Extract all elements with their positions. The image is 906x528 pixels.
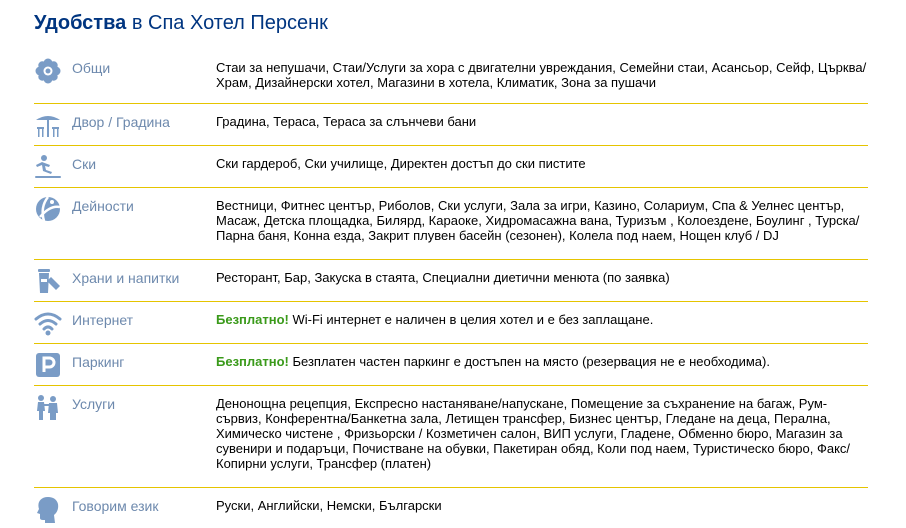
category-label: Услуги [72, 396, 116, 412]
amenity-category: Интернет [34, 309, 133, 337]
amenities-table: Общи Стаи за непушачи, Стаи/Услуги за хо… [34, 50, 868, 528]
amenity-row-languages: Говорим език Руски, Английски, Немски, Б… [34, 488, 868, 528]
skier-icon [34, 153, 64, 181]
amenity-row-parking: Паркинг Безплатно! Безплатен частен парк… [34, 344, 868, 386]
amenity-description: Градина, Тераса, Тераса за слънчеви бани [216, 114, 477, 129]
speaking-head-icon [34, 495, 64, 523]
amenity-row-general: Общи Стаи за непушачи, Стаи/Услуги за хо… [34, 50, 868, 104]
page-title: Удобства в Спа Хотел Персенк [34, 12, 328, 35]
flower-icon [34, 57, 64, 85]
amenity-text: Wi-Fi интернет е наличен в целия хотел и… [288, 312, 654, 327]
category-label: Храни и напитки [72, 270, 180, 286]
amenity-description: Денонощна рецепция, Експресно настаняван… [216, 396, 851, 471]
title-rest: в Спа Хотел Персенк [126, 12, 328, 34]
amenity-description: Безплатно! Wi-Fi интернет е наличен в це… [216, 312, 868, 327]
amenity-row-internet: Интернет Безплатно! Wi-Fi интернет е нал… [34, 302, 868, 344]
amenity-description: Безплатно! Безплатен частен паркинг е до… [216, 354, 868, 369]
parking-icon [34, 351, 64, 379]
amenity-category: Двор / Градина [34, 111, 170, 139]
title-bold: Удобства [34, 12, 127, 34]
category-label: Ски [72, 156, 97, 172]
category-label: Интернет [72, 312, 134, 328]
free-badge: Безплатно! [216, 312, 289, 327]
category-label: Двор / Градина [72, 114, 170, 130]
amenity-description: Руски, Английски, Немски, Български [216, 498, 442, 513]
amenity-description: Ресторант, Бар, Закуска в стаята, Специа… [216, 270, 670, 285]
category-label: Паркинг [72, 354, 125, 370]
amenity-row-services: Услуги Денонощна рецепция, Експресно нас… [34, 386, 868, 488]
amenity-category: Услуги [34, 393, 115, 421]
wifi-icon [34, 309, 64, 337]
amenity-category: Дейности [34, 195, 134, 223]
category-label: Говорим език [72, 498, 159, 514]
amenity-text: Безплатен частен паркинг е достъпен на м… [288, 354, 770, 369]
amenity-category: Паркинг [34, 351, 124, 379]
category-label: Общи [72, 60, 111, 76]
concierge-icon [34, 393, 64, 421]
amenity-row-outdoors: Двор / Градина Градина, Тераса, Тераса з… [34, 104, 868, 146]
category-label: Дейности [72, 198, 134, 214]
amenity-description: Ски гардероб, Ски училище, Директен дост… [216, 156, 586, 171]
amenity-row-activities: Дейности Вестници, Фитнес център, Риболо… [34, 188, 868, 260]
amenity-description: Вестници, Фитнес център, Риболов, Ски ус… [216, 198, 860, 243]
food-drink-icon [34, 267, 64, 295]
beach-ball-icon [34, 195, 64, 223]
patio-umbrella-icon [34, 111, 64, 139]
amenity-description: Стаи за непушачи, Стаи/Услуги за хора с … [216, 60, 867, 90]
amenity-category: Общи [34, 57, 110, 85]
amenity-category: Говорим език [34, 495, 158, 523]
amenity-category: Ски [34, 153, 96, 181]
free-badge: Безплатно! [216, 354, 289, 369]
amenity-category: Храни и напитки [34, 267, 179, 295]
amenity-row-food-drink: Храни и напитки Ресторант, Бар, Закуска … [34, 260, 868, 302]
amenity-row-ski: Ски Ски гардероб, Ски училище, Директен … [34, 146, 868, 188]
